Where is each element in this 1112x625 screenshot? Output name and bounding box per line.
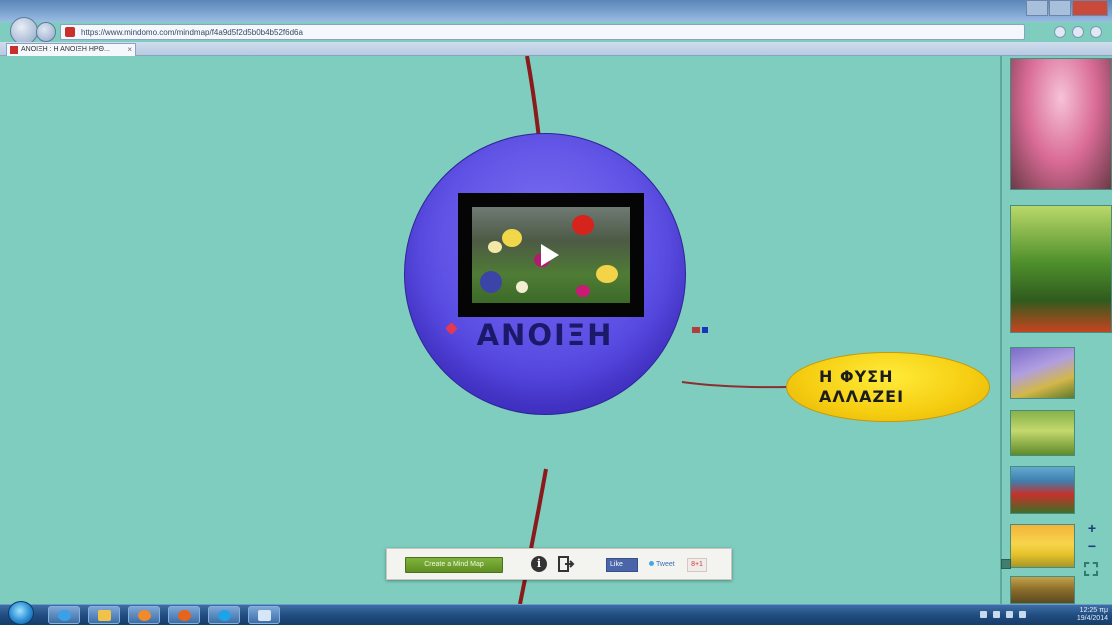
branch-right — [681, 381, 789, 389]
subtopic-label: Η ΦΥΣΗ ΑΛΛΑΖΕΙ — [819, 367, 904, 407]
zoom-out-button[interactable]: − — [1084, 538, 1100, 554]
firefox-icon — [178, 610, 191, 621]
network-icon[interactable] — [993, 611, 1000, 618]
fit-to-screen-icon[interactable] — [1084, 562, 1098, 576]
gear-icon[interactable] — [1090, 26, 1102, 38]
browser-titlebar — [0, 0, 1112, 22]
tab-favicon-icon — [10, 46, 18, 54]
language-icon[interactable] — [980, 611, 987, 618]
window-icon — [258, 610, 271, 621]
favorites-star-icon[interactable] — [1072, 26, 1084, 38]
subtopic-node[interactable]: Η ΦΥΣΗ ΑΛΛΑΖΕΙ — [786, 352, 990, 422]
system-tray: 12:25 πμ 19/4/2014 — [980, 607, 1108, 623]
skype-icon — [218, 610, 231, 621]
taskbar-skype[interactable] — [208, 606, 240, 624]
twitter-bird-icon — [649, 561, 654, 566]
zoom-in-button[interactable]: + — [1084, 520, 1100, 536]
volume-icon[interactable] — [1006, 611, 1013, 618]
facebook-like-label: Like — [610, 561, 623, 568]
minimize-button[interactable] — [1026, 0, 1048, 16]
zoom-controls: + − — [1082, 520, 1102, 554]
play-icon[interactable] — [541, 244, 559, 266]
subtopic-line-2: ΑΛΛΑΖΕΙ — [819, 387, 905, 406]
media-player-icon — [138, 610, 151, 621]
image-meadow-path[interactable] — [1010, 410, 1075, 456]
windows-taskbar — [0, 604, 1112, 625]
tweet-label: Tweet — [656, 561, 675, 568]
start-button[interactable] — [8, 601, 34, 625]
image-yellow-field[interactable] — [1010, 524, 1075, 568]
node-connector-handle[interactable] — [692, 327, 708, 333]
address-bar-tools — [1030, 24, 1108, 40]
address-url: https://www.mindomo.com/mindmap/f4a9d5f2… — [81, 27, 303, 37]
browser-tab-active[interactable]: ΑΝΟΙΞΗ : Η ΑΝΟΙΞΗ ΗΡΘ... × — [6, 43, 136, 56]
facebook-like-button[interactable]: Like — [606, 558, 638, 572]
taskbar-explorer[interactable] — [88, 606, 120, 624]
tab-strip: ΑΝΟΙΞΗ : Η ΑΝΟΙΞΗ ΗΡΘ... × — [0, 42, 1112, 56]
info-icon[interactable]: i — [531, 556, 547, 572]
close-window-button[interactable] — [1072, 0, 1108, 16]
tab-title: ΑΝΟΙΞΗ : Η ΑΝΟΙΞΗ ΗΡΘ... — [21, 46, 110, 53]
bottom-toolbar: Create a Mind Map i Like Tweet 8+1 — [386, 548, 732, 580]
back-button[interactable] — [10, 17, 38, 45]
taskbar-media-player[interactable] — [128, 606, 160, 624]
image-crocus-flowers[interactable] — [1010, 347, 1075, 399]
exit-icon[interactable] — [557, 555, 575, 573]
maximize-button[interactable] — [1049, 0, 1071, 16]
image-cherry-blossom[interactable] — [1010, 58, 1112, 190]
subtopic-line-1: Η ΦΥΣΗ — [819, 367, 894, 386]
folder-icon — [98, 610, 111, 621]
taskbar-ie[interactable] — [48, 606, 80, 624]
image-red-tulips[interactable] — [1010, 466, 1075, 514]
create-mind-map-button[interactable]: Create a Mind Map — [405, 557, 503, 573]
branch-bottom — [518, 468, 548, 604]
forward-button[interactable] — [36, 22, 56, 42]
address-bar[interactable]: https://www.mindomo.com/mindmap/f4a9d5f2… — [60, 24, 1025, 40]
central-topic-title[interactable]: ΑΝΟΙΞΗ — [404, 318, 686, 352]
taskbar-window[interactable] — [248, 606, 280, 624]
window-controls — [1025, 0, 1108, 16]
home-icon[interactable] — [1054, 26, 1066, 38]
tab-close-icon[interactable]: × — [127, 44, 132, 56]
taskbar-firefox[interactable] — [168, 606, 200, 624]
flag-icon[interactable] — [1019, 611, 1026, 618]
tweet-button[interactable]: Tweet — [649, 558, 679, 572]
panel-drag-handle[interactable] — [1001, 559, 1011, 569]
image-bluebell-forest[interactable] — [1010, 576, 1075, 604]
image-green-forest[interactable] — [1010, 205, 1112, 333]
site-favicon-icon — [65, 27, 75, 37]
tray-icons — [980, 611, 1026, 618]
internet-explorer-icon — [58, 610, 71, 621]
google-plus-button[interactable]: 8+1 — [687, 558, 707, 572]
